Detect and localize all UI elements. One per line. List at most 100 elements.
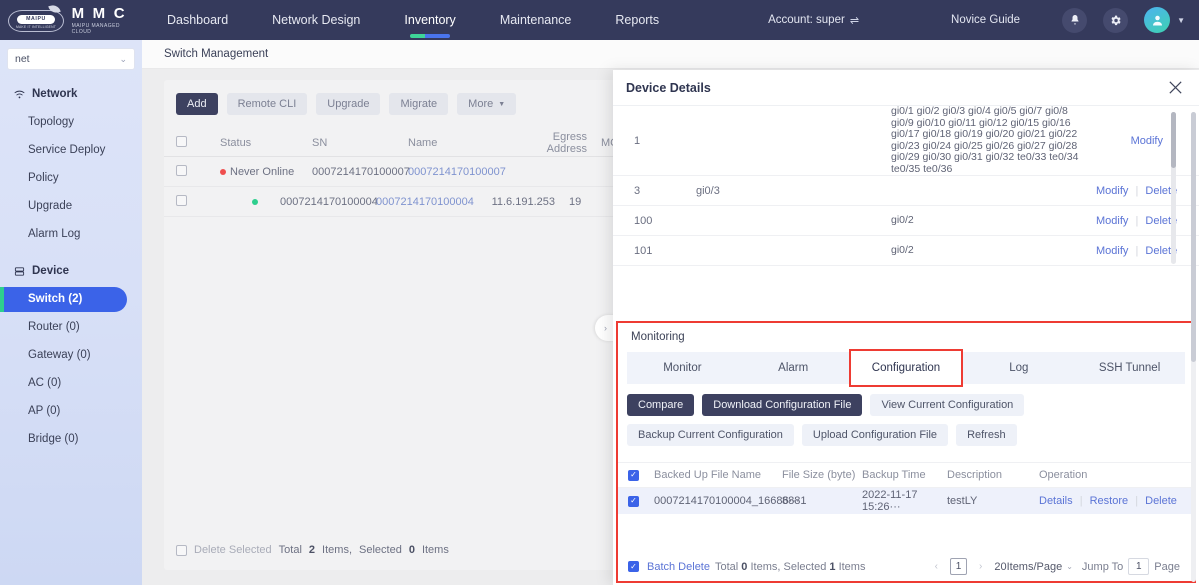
app-logo[interactable]: MAIPU MAKE IT INTELLIGENT M M C MAIPU MA… bbox=[0, 0, 140, 40]
more-button[interactable]: More ▼ bbox=[457, 93, 517, 115]
column-header-operation: Operation bbox=[1039, 469, 1088, 481]
table-row[interactable]: 0007214170100004_16686··· 8881 2022-11-1… bbox=[618, 488, 1194, 514]
sidebar-item-router[interactable]: Router (0) bbox=[0, 315, 142, 340]
prev-page-button[interactable]: ‹ bbox=[932, 561, 941, 572]
user-menu[interactable]: ▼ bbox=[1144, 7, 1185, 33]
cell-vlan-id: 3 bbox=[634, 184, 641, 197]
notifications-button[interactable] bbox=[1062, 7, 1088, 33]
sidebar-item-service-deploy[interactable]: Service Deploy bbox=[0, 138, 142, 163]
nav-item-inventory[interactable]: Inventory bbox=[382, 0, 477, 40]
account-switcher[interactable]: Account: super ⇌ bbox=[768, 14, 859, 27]
cell-operations: Modify | Delete bbox=[1096, 215, 1199, 227]
details-link[interactable]: Details bbox=[1039, 495, 1073, 507]
switch-account-icon: ⇌ bbox=[849, 14, 860, 27]
tab-alarm[interactable]: Alarm bbox=[738, 352, 849, 384]
compare-button[interactable]: Compare bbox=[627, 394, 695, 416]
sidebar-item-bridge[interactable]: Bridge (0) bbox=[0, 427, 142, 452]
nav-item-maintenance[interactable]: Maintenance bbox=[478, 0, 594, 40]
sidebar-group-device-label: Device bbox=[32, 265, 70, 277]
migrate-button[interactable]: Migrate bbox=[389, 93, 449, 115]
sidebar-item-upgrade[interactable]: Upgrade bbox=[0, 194, 142, 219]
backup-current-configuration-button[interactable]: Backup Current Configuration bbox=[627, 424, 794, 446]
novice-guide-link[interactable]: Novice Guide bbox=[951, 14, 1020, 26]
row-checkbox[interactable] bbox=[628, 495, 639, 507]
cell-operations: Details | Restore | Delete bbox=[1039, 495, 1177, 507]
page-number-1[interactable]: 1 bbox=[950, 558, 967, 575]
tab-monitor[interactable]: Monitor bbox=[627, 352, 738, 384]
jump-to-input[interactable]: 1 bbox=[1128, 558, 1150, 575]
operation-separator: | bbox=[1135, 184, 1139, 197]
add-button[interactable]: Add bbox=[176, 93, 218, 115]
jump-to-label: Jump To bbox=[1081, 560, 1124, 573]
footer-select-all-checkbox[interactable] bbox=[628, 561, 639, 572]
sidebar-item-topology[interactable]: Topology bbox=[0, 110, 142, 135]
table-row[interactable]: 101 gi0/2 Modify | Delete bbox=[613, 236, 1199, 266]
nav-item-network-design[interactable]: Network Design bbox=[250, 0, 382, 40]
network-selector-value: net bbox=[15, 53, 30, 65]
column-header-egress-address: Egress Address bbox=[546, 130, 587, 155]
tab-log[interactable]: Log bbox=[963, 352, 1074, 384]
remote-cli-button[interactable]: Remote CLI bbox=[226, 93, 308, 115]
download-configuration-file-button[interactable]: Download Configuration File bbox=[702, 394, 863, 416]
upload-configuration-file-button[interactable]: Upload Configuration File bbox=[801, 424, 949, 446]
tab-configuration[interactable]: Configuration bbox=[848, 349, 964, 387]
monitoring-section: Monitoring Monitor Alarm Configuration L… bbox=[616, 321, 1196, 583]
table-row[interactable]: 3 gi0/3 Modify | Delete bbox=[613, 176, 1199, 206]
restore-link[interactable]: Restore bbox=[1090, 495, 1129, 507]
next-page-button[interactable]: › bbox=[976, 561, 985, 572]
sidebar-item-switch[interactable]: Switch (2) bbox=[0, 287, 127, 312]
cell-egress-address: 11.6.191.253 bbox=[491, 195, 555, 208]
sidebar-item-ap[interactable]: AP (0) bbox=[0, 399, 142, 424]
upgrade-button[interactable]: Upgrade bbox=[316, 93, 381, 115]
more-button-label: More bbox=[468, 98, 494, 110]
cell-name-link[interactable]: 0007214170100004 bbox=[376, 196, 479, 208]
sidebar-item-alarm-log[interactable]: Alarm Log bbox=[0, 222, 142, 247]
close-icon[interactable] bbox=[1165, 78, 1185, 98]
footer-select-all-checkbox[interactable] bbox=[176, 544, 187, 556]
settings-button[interactable] bbox=[1103, 7, 1129, 33]
items-word: Items, bbox=[750, 560, 781, 573]
sidebar-item-ac[interactable]: AC (0) bbox=[0, 371, 142, 396]
table-row[interactable]: 100 gi0/2 Modify | Delete bbox=[613, 206, 1199, 236]
refresh-button[interactable]: Refresh bbox=[956, 424, 1017, 446]
delete-link[interactable]: Delete bbox=[1145, 495, 1177, 507]
operation-separator: | bbox=[1135, 244, 1139, 257]
nav-item-dashboard[interactable]: Dashboard bbox=[145, 0, 250, 40]
total-label: Total bbox=[278, 544, 302, 556]
operation-separator: | bbox=[1079, 495, 1083, 507]
drawer-scrollbar[interactable] bbox=[1191, 112, 1196, 582]
cell-vlan-id: 101 bbox=[634, 244, 653, 257]
column-header-description: Description bbox=[947, 469, 1003, 481]
sidebar-item-gateway[interactable]: Gateway (0) bbox=[0, 343, 142, 368]
delete-selected-button[interactable]: Delete Selected bbox=[194, 544, 272, 556]
column-header-file-size: File Size (byte) bbox=[782, 469, 856, 481]
network-selector[interactable]: net ⌄ bbox=[7, 48, 135, 70]
modify-link[interactable]: Modify bbox=[1131, 135, 1163, 147]
view-current-configuration-button[interactable]: View Current Configuration bbox=[870, 394, 1025, 416]
batch-delete-button[interactable]: Batch Delete bbox=[647, 561, 710, 573]
pagination-controls: ‹ 1 › 20Items/Page ⌄ Jump To 1 Page bbox=[932, 558, 1194, 575]
cell-operations: Modify bbox=[1131, 135, 1199, 147]
sidebar-item-policy[interactable]: Policy bbox=[0, 166, 142, 191]
cell-name-link[interactable]: 0007214170100007 bbox=[408, 166, 511, 178]
maipu-cloud-logo-icon: MAIPU MAKE IT INTELLIGENT bbox=[6, 3, 67, 35]
select-all-checkbox[interactable] bbox=[176, 135, 187, 147]
jump-to-page: Jump To 1 Page bbox=[1082, 558, 1180, 575]
row-checkbox[interactable] bbox=[176, 164, 187, 176]
modify-link[interactable]: Modify bbox=[1096, 245, 1128, 257]
row-select-cell bbox=[628, 495, 646, 507]
backup-table-footer: Batch Delete Total 0 Items, Selected 1 I… bbox=[618, 558, 1194, 575]
nav-item-reports[interactable]: Reports bbox=[593, 0, 681, 40]
row-checkbox[interactable] bbox=[176, 194, 187, 206]
page-size-selector[interactable]: 20Items/Page ⌄ bbox=[994, 561, 1073, 573]
select-all-checkbox[interactable] bbox=[628, 469, 639, 481]
table-row[interactable]: 1 gi0/1 gi0/2 gi0/3 gi0/4 gi0/5 gi0/7 gi… bbox=[613, 105, 1199, 176]
select-all-cell bbox=[176, 135, 220, 150]
operation-separator: | bbox=[1135, 495, 1139, 507]
vlan-table-scrollbar[interactable] bbox=[1171, 112, 1176, 264]
modify-link[interactable]: Modify bbox=[1096, 215, 1128, 227]
tab-ssh-tunnel[interactable]: SSH Tunnel bbox=[1074, 352, 1185, 384]
cell-sn: 0007214170100007 bbox=[312, 165, 410, 178]
modify-link[interactable]: Modify bbox=[1096, 185, 1128, 197]
cell-description: testLY bbox=[947, 495, 978, 507]
